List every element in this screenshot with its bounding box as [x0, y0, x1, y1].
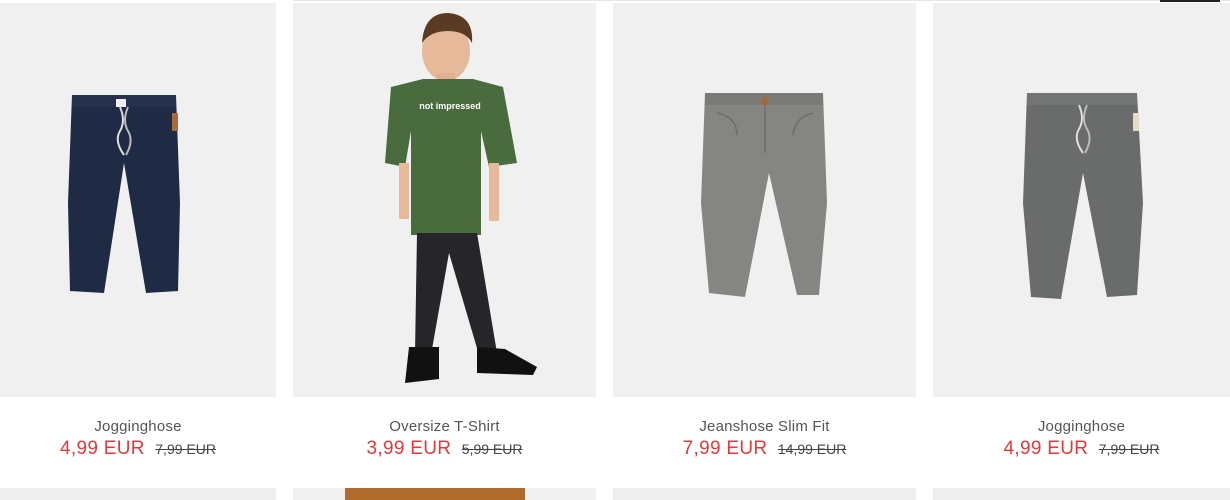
navy-jogging-pants-image — [68, 95, 180, 293]
shirt-print: not impressed — [419, 101, 481, 111]
product-name[interactable]: Jogginghose — [933, 418, 1230, 435]
original-price: 14,99 EUR — [777, 441, 847, 457]
product-name[interactable]: Oversize T-Shirt — [293, 418, 596, 435]
sale-price: 7,99 EUR — [682, 438, 768, 459]
product-card[interactable]: Jeanshose Slim Fit 7,99 EUR 14,99 EUR — [613, 3, 916, 459]
product-prices: 7,99 EUR 14,99 EUR — [613, 438, 916, 460]
product-image[interactable]: not impressed — [293, 3, 596, 397]
product-card[interactable]: Jogginghose 4,99 EUR 7,99 EUR — [933, 3, 1230, 459]
product-image[interactable] — [0, 3, 276, 397]
product-prices: 3,99 EUR 5,99 EUR — [293, 438, 596, 460]
grey-jogging-pants-image — [1023, 93, 1143, 299]
product-name[interactable]: Jeanshose Slim Fit — [613, 418, 916, 435]
next-row-product-image[interactable] — [613, 488, 916, 500]
original-price: 7,99 EUR — [1098, 441, 1160, 457]
sale-price: 3,99 EUR — [366, 438, 452, 459]
divider — [293, 0, 1230, 1]
product-prices: 4,99 EUR 7,99 EUR — [933, 438, 1230, 460]
product-prices: 4,99 EUR 7,99 EUR — [0, 438, 276, 460]
sale-price: 4,99 EUR — [60, 438, 145, 459]
product-grid: Jogginghose 4,99 EUR 7,99 EUR not impres… — [0, 0, 1230, 500]
next-row-product-image[interactable] — [293, 488, 596, 500]
grey-slim-jeans-image — [701, 93, 827, 297]
next-row-product-image[interactable] — [933, 488, 1230, 500]
boy-green-tshirt-image: not impressed — [385, 13, 537, 383]
orange-garment-peek — [345, 488, 525, 500]
original-price: 5,99 EUR — [461, 441, 523, 457]
product-name[interactable]: Jogginghose — [0, 418, 276, 435]
product-image[interactable] — [933, 3, 1230, 397]
product-card[interactable]: Jogginghose 4,99 EUR 7,99 EUR — [0, 3, 276, 459]
product-image[interactable] — [613, 3, 916, 397]
next-row-product-image[interactable] — [0, 488, 276, 500]
active-tab-indicator — [1160, 0, 1220, 2]
product-card[interactable]: not impressed Oversize T-Shirt 3,99 EUR … — [293, 3, 596, 459]
sale-price: 4,99 EUR — [1003, 438, 1089, 459]
original-price: 7,99 EUR — [155, 441, 216, 457]
